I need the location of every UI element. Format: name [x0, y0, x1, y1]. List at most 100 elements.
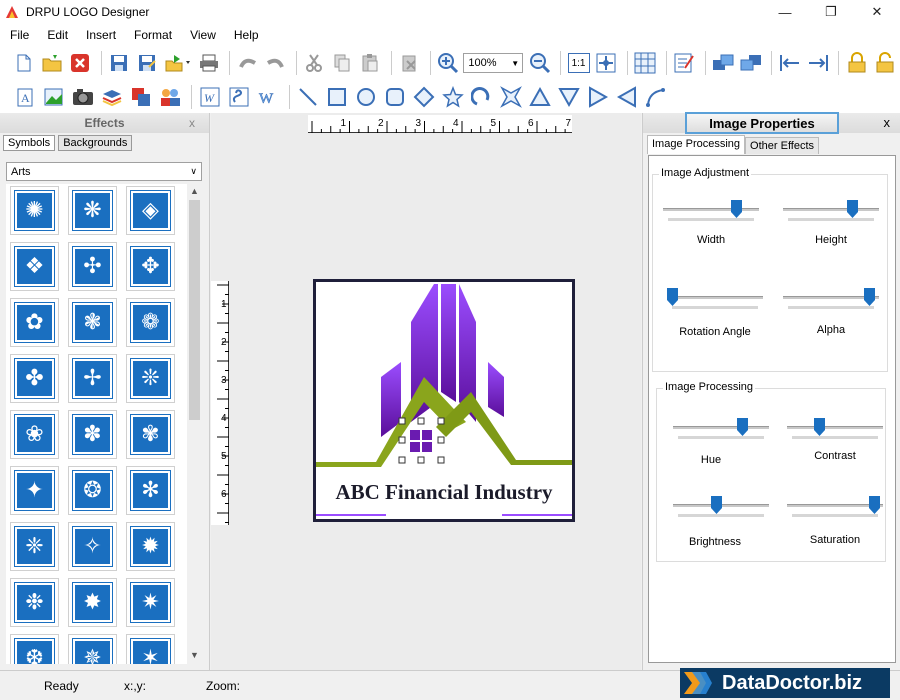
close-window-button[interactable]: ✕: [854, 0, 900, 24]
curve-tool-icon[interactable]: [643, 84, 669, 110]
symbol-thumbnail[interactable]: ✦: [10, 466, 59, 515]
menu-edit[interactable]: Edit: [39, 28, 76, 42]
triangle-up-tool-icon[interactable]: [527, 84, 553, 110]
menu-help[interactable]: Help: [226, 28, 267, 42]
symbol-thumbnail[interactable]: ❋: [68, 186, 117, 235]
symbol-thumbnail[interactable]: ✥: [126, 242, 175, 291]
slider-thumb[interactable]: [814, 418, 825, 436]
save-as-icon[interactable]: [135, 50, 160, 76]
library-icon[interactable]: [99, 84, 125, 110]
slider-hue[interactable]: [673, 418, 769, 439]
scroll-down-icon[interactable]: ▼: [190, 650, 199, 660]
symbol-thumbnail[interactable]: ✢: [68, 354, 117, 403]
slider-thumb[interactable]: [711, 496, 722, 514]
company-name-text[interactable]: ABC Financial Industry: [316, 480, 572, 505]
symbol-thumbnail[interactable]: ✸: [68, 578, 117, 627]
symbols-scrollbar[interactable]: ▲ ▼: [187, 184, 202, 664]
watermark-icon[interactable]: W: [255, 84, 281, 110]
close-file-icon[interactable]: [68, 50, 93, 76]
save-icon[interactable]: [107, 50, 132, 76]
delete-icon[interactable]: [397, 50, 422, 76]
slider-thumb[interactable]: [667, 288, 678, 306]
triangle-down-tool-icon[interactable]: [556, 84, 582, 110]
undo-icon[interactable]: [235, 50, 260, 76]
triangle-right-tool-icon[interactable]: [585, 84, 611, 110]
scroll-thumb[interactable]: [189, 200, 200, 420]
diamond-tool-icon[interactable]: [411, 84, 437, 110]
symbol-thumbnail[interactable]: ✷: [126, 578, 175, 627]
minimize-button[interactable]: —: [762, 0, 808, 24]
tab-symbols[interactable]: Symbols: [3, 135, 56, 151]
category-dropdown[interactable]: Arts ∨: [6, 162, 202, 181]
menu-view[interactable]: View: [182, 28, 224, 42]
cut-icon[interactable]: [302, 50, 327, 76]
scroll-up-icon[interactable]: ▲: [190, 186, 199, 196]
text-tool-icon[interactable]: A: [12, 84, 38, 110]
users-icon[interactable]: [157, 84, 183, 110]
star-tool-icon[interactable]: [440, 84, 466, 110]
zoom-select[interactable]: 100% ▼: [463, 53, 524, 73]
symbol-thumbnail[interactable]: ✹: [126, 522, 175, 571]
grid-icon[interactable]: [633, 50, 658, 76]
copy-icon[interactable]: [330, 50, 355, 76]
symbol-thumbnail[interactable]: ◈: [126, 186, 175, 235]
align-left-icon[interactable]: [777, 50, 802, 76]
symbol-thumbnail[interactable]: ✽: [68, 410, 117, 459]
slider-saturation[interactable]: [787, 496, 883, 517]
fit-to-window-icon[interactable]: [594, 50, 619, 76]
symbol-thumbnail[interactable]: ✧: [68, 522, 117, 571]
signature-icon[interactable]: [226, 84, 252, 110]
paste-icon[interactable]: [358, 50, 383, 76]
symbol-thumbnail[interactable]: ✵: [68, 634, 117, 664]
symbol-thumbnail[interactable]: ❁: [126, 298, 175, 347]
line-tool-icon[interactable]: [295, 84, 321, 110]
slider-brightness[interactable]: [673, 496, 769, 517]
slider-thumb[interactable]: [731, 200, 742, 218]
symbol-thumbnail[interactable]: ❖: [10, 242, 59, 291]
bring-front-icon[interactable]: [711, 50, 736, 76]
symbol-thumbnail[interactable]: ✤: [10, 354, 59, 403]
rectangle-tool-icon[interactable]: [324, 84, 350, 110]
symbol-thumbnail[interactable]: ❊: [126, 354, 175, 403]
print-icon[interactable]: [196, 50, 221, 76]
slider-alpha[interactable]: [783, 288, 879, 309]
symbol-thumbnail[interactable]: ✾: [126, 410, 175, 459]
maximize-button[interactable]: ❐: [808, 0, 854, 24]
slider-contrast[interactable]: [787, 418, 883, 439]
menu-insert[interactable]: Insert: [78, 28, 124, 42]
symbol-thumbnail[interactable]: ✺: [10, 186, 59, 235]
slider-thumb[interactable]: [869, 496, 880, 514]
slider-thumb[interactable]: [847, 200, 858, 218]
symbol-thumbnail[interactable]: ✶: [126, 634, 175, 664]
symbol-thumbnail[interactable]: ❂: [68, 466, 117, 515]
redo-icon[interactable]: [263, 50, 288, 76]
tab-other-effects[interactable]: Other Effects: [745, 137, 820, 154]
symbol-thumbnail[interactable]: ❈: [10, 522, 59, 571]
symbol-thumbnail[interactable]: ❆: [10, 634, 59, 664]
ellipse-tool-icon[interactable]: [353, 84, 379, 110]
symbol-thumbnail[interactable]: ❃: [68, 298, 117, 347]
slider-rotation-angle[interactable]: [667, 288, 763, 309]
properties-icon[interactable]: [672, 50, 697, 76]
symbol-thumbnail[interactable]: ✻: [126, 466, 175, 515]
image-tool-icon[interactable]: [41, 84, 67, 110]
properties-close-button[interactable]: x: [884, 115, 891, 130]
unlock-icon[interactable]: [872, 50, 897, 76]
arc-tool-icon[interactable]: [469, 84, 495, 110]
send-back-icon[interactable]: [739, 50, 764, 76]
menu-file[interactable]: File: [2, 28, 37, 42]
camera-icon[interactable]: [70, 84, 96, 110]
slider-thumb[interactable]: [737, 418, 748, 436]
word-art-icon[interactable]: W: [197, 84, 223, 110]
rounded-rect-tool-icon[interactable]: [382, 84, 408, 110]
zoom-out-icon[interactable]: [527, 50, 552, 76]
effects-close-button[interactable]: x: [189, 116, 195, 130]
slider-height[interactable]: [783, 200, 879, 221]
new-file-icon[interactable]: [12, 50, 37, 76]
symbol-thumbnail[interactable]: ❀: [10, 410, 59, 459]
actual-size-button[interactable]: 1:1: [566, 50, 591, 76]
triangle-left-tool-icon[interactable]: [614, 84, 640, 110]
symbol-thumbnail[interactable]: ✣: [68, 242, 117, 291]
slider-width[interactable]: [663, 200, 759, 221]
symbol-thumbnail[interactable]: ✿: [10, 298, 59, 347]
